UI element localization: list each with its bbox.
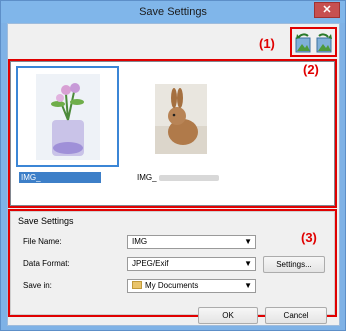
marker-3-box — [8, 209, 337, 317]
cancel-button[interactable]: Cancel — [265, 307, 327, 324]
marker-2-box — [8, 59, 337, 208]
ok-button[interactable]: OK — [198, 307, 258, 324]
save-settings-dialog: Save Settings ✕ (1) IMG_ IMG_ (2) Save S… — [0, 0, 346, 331]
title-bar[interactable]: Save Settings ✕ — [1, 1, 345, 23]
close-icon: ✕ — [322, 4, 332, 16]
rotate-right-icon[interactable] — [315, 33, 334, 55]
rotate-left-icon[interactable] — [294, 33, 313, 55]
close-button[interactable]: ✕ — [314, 2, 340, 18]
dialog-body: (1) IMG_ IMG_ (2) Save Settings (3) File… — [7, 23, 340, 326]
dialog-title: Save Settings — [139, 6, 207, 18]
marker-1: (1) — [259, 36, 275, 51]
